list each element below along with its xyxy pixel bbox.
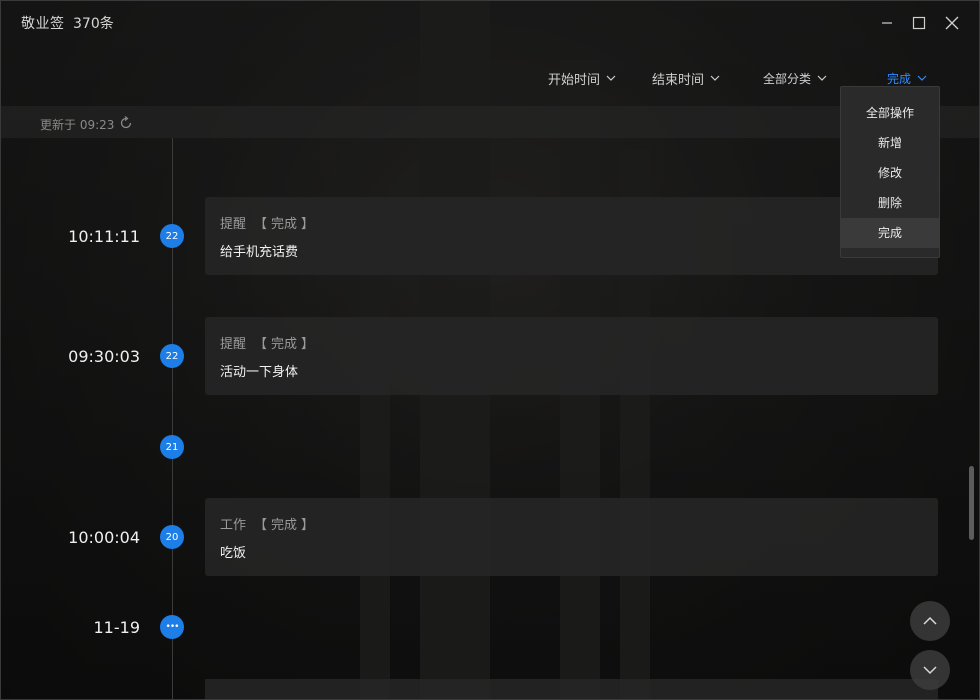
menu-item-add[interactable]: 新增 xyxy=(841,128,939,158)
card-status: 完成 xyxy=(271,337,298,352)
update-time: 更新于 09:23 xyxy=(40,118,115,132)
timeline-card[interactable]: 提醒【完成】 给手机充话费 xyxy=(205,197,938,275)
record-count: 370条 xyxy=(73,16,114,32)
menu-item-all[interactable]: 全部操作 xyxy=(841,98,939,128)
maximize-button[interactable] xyxy=(908,12,930,34)
menu-item-done[interactable]: 完成 xyxy=(841,218,939,248)
status-dropdown-menu: 全部操作 新增 修改 删除 完成 xyxy=(840,86,940,258)
category-filter[interactable]: 全部分类 xyxy=(763,68,827,88)
card-meta: 工作【完成】 xyxy=(220,518,315,533)
card-content: 活动一下身体 xyxy=(220,365,299,380)
close-icon xyxy=(945,16,959,30)
card-content: 吃饭 xyxy=(220,546,247,561)
app-title: 敬业签 xyxy=(21,16,65,32)
card-status: 完成 xyxy=(271,217,298,232)
card-category: 提醒 xyxy=(220,217,247,232)
menu-item-edit[interactable]: 修改 xyxy=(841,158,939,188)
start-time-filter[interactable]: 开始时间 xyxy=(548,68,616,88)
entry-time: 10:00:04 xyxy=(68,528,140,547)
chevron-down-icon xyxy=(817,75,827,81)
status-filter[interactable]: 完成 xyxy=(887,68,927,88)
scroll-down-button[interactable] xyxy=(910,650,950,690)
chevron-down-icon xyxy=(923,666,937,675)
scrollbar-thumb[interactable] xyxy=(969,466,974,540)
menu-item-delete[interactable]: 删除 xyxy=(841,188,939,218)
status-label: 完成 xyxy=(887,71,912,86)
category-label: 全部分类 xyxy=(763,71,812,86)
day-marker: 22 xyxy=(160,344,184,368)
card-meta: 提醒【完成】 xyxy=(220,337,315,352)
title-bar: 敬业签 370条 xyxy=(0,0,980,46)
card-category: 提醒 xyxy=(220,337,247,352)
chevron-down-icon xyxy=(606,75,616,81)
timeline-card[interactable]: 提醒【完成】 活动一下身体 xyxy=(205,317,938,395)
timeline-card[interactable]: 工作【完成】 吃饭 xyxy=(205,498,938,576)
entry-time: 09:30:03 xyxy=(68,347,140,366)
more-marker[interactable]: ••• xyxy=(160,615,184,639)
chevron-down-icon xyxy=(917,75,927,81)
end-time-label: 结束时间 xyxy=(652,72,705,88)
card-category: 工作 xyxy=(220,518,247,533)
refresh-icon[interactable] xyxy=(118,115,134,131)
chevron-up-icon xyxy=(923,616,937,625)
card-content: 给手机充话费 xyxy=(220,245,299,260)
day-marker: 20 xyxy=(160,525,184,549)
entry-time: 10:11:11 xyxy=(68,227,140,246)
minimize-icon xyxy=(882,22,892,24)
chevron-down-icon xyxy=(710,75,720,81)
close-button[interactable] xyxy=(941,12,963,34)
timeline-card[interactable] xyxy=(205,679,938,700)
day-marker: 22 xyxy=(160,224,184,248)
card-status: 完成 xyxy=(271,518,298,533)
scroll-up-button[interactable] xyxy=(910,601,950,641)
update-strip xyxy=(0,106,980,138)
minimize-button[interactable] xyxy=(876,12,898,34)
end-time-filter[interactable]: 结束时间 xyxy=(652,68,720,88)
maximize-icon xyxy=(912,16,926,30)
day-marker: 21 xyxy=(160,435,184,459)
card-meta: 提醒【完成】 xyxy=(220,217,315,232)
date-label: 11-19 xyxy=(93,618,141,637)
start-time-label: 开始时间 xyxy=(548,72,601,88)
